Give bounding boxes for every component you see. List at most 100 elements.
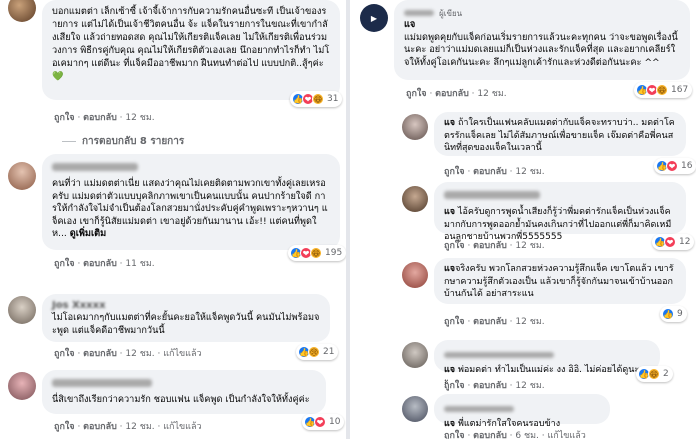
comment-text: แจ ถ้าใครเป็นแฟนคลับแมตต่ากับแจ็คจะทราบว… (444, 118, 675, 154)
reply-connector (62, 140, 76, 142)
comment: คนที่ว่า แม่มดตต่าเนี่ย แสดงว่าคุณไม่เคย… (0, 152, 346, 272)
haha-icon: 😆 (656, 84, 668, 96)
mention-tag[interactable]: แจ (444, 118, 455, 128)
avatar[interactable] (402, 186, 428, 212)
like-button[interactable]: ถูกใจ (444, 431, 465, 439)
avatar[interactable] (402, 342, 428, 368)
reaction-summary[interactable]: 👍 ❤ 16 (654, 158, 696, 174)
reaction-summary[interactable]: 👍 ❤ 😆 167 (634, 82, 693, 98)
avatar[interactable] (402, 114, 428, 140)
timestamp[interactable]: 12 ชม. (515, 317, 544, 327)
like-button[interactable]: ถูกใจ (444, 241, 465, 251)
timestamp[interactable]: 12 ชม. (515, 381, 544, 391)
comment: Jos Xxxxx ไม่โอเคมากๆกับแมตต่าที่คะยั้นค… (0, 290, 346, 360)
comment: แจ พี่แตม่ารักใสใจคนรอบข้าง ถูกใจ · ตอบก… (350, 392, 696, 439)
reaction-summary[interactable]: 👍 😆 2 (636, 366, 673, 382)
like-button[interactable]: ถูกใจ (444, 317, 465, 327)
commenter-name[interactable] (444, 191, 540, 199)
like-button[interactable]: ถูกใจ (54, 259, 75, 269)
avatar[interactable] (8, 296, 36, 324)
comment: บอกแมตต่า เล็กเซ้าซี้ เจ้าจี้เจ้าการกับค… (0, 0, 346, 128)
reply-button[interactable]: ตอบกลับ (83, 113, 117, 123)
commenter-name[interactable] (404, 10, 434, 16)
comment-bubble: คนที่ว่า แม่มดตต่าเนี่ย แสดงว่าคุณไม่เคย… (42, 154, 340, 250)
commenter-name[interactable] (52, 379, 152, 387)
edited-label: แก้ไขแล้ว (163, 422, 202, 432)
replies-label: การตอบกลับ 8 รายการ (82, 136, 185, 147)
timestamp[interactable]: 12 ชม. (125, 113, 154, 123)
like-button[interactable]: ถูกใจ (444, 381, 465, 391)
reply-button[interactable]: ตอบกลับ (435, 89, 469, 99)
comment: แจจริงครับ พวกโลกสวยห่วงความรู้สึกแจ็ค เ… (350, 256, 696, 334)
comment-bubble: แจจริงครับ พวกโลกสวยห่วงความรู้สึกแจ็ค เ… (434, 258, 686, 304)
haha-icon: 😆 (310, 247, 322, 259)
reply-button[interactable]: ตอบกลับ (83, 259, 117, 269)
timestamp[interactable]: 12 ชม. (125, 349, 154, 359)
reply-button[interactable]: ตอบกลับ (473, 241, 507, 251)
reaction-summary[interactable]: 👍 9 (660, 306, 687, 322)
comment-actions: ถูกใจ · ตอบกลับ · 12 ชม. (444, 317, 545, 327)
like-button[interactable]: ถูกใจ (54, 422, 75, 432)
reply-button[interactable]: ตอบกลับ (473, 167, 507, 177)
like-button[interactable]: ถูกใจ (54, 349, 75, 359)
avatar[interactable] (402, 262, 428, 288)
reply-button[interactable]: ตอบกลับ (83, 349, 117, 359)
avatar[interactable] (8, 0, 36, 22)
mention-tag[interactable]: แจ (444, 365, 455, 375)
page-logo-icon: ▶ (370, 13, 378, 23)
comment-bubble: แจ ไอ้ครับดูการพูดน้ำเสียงก็รู้ว่าพี่มดต… (434, 182, 686, 242)
love-icon: ❤ (666, 160, 678, 172)
comment-text: นี่สิเขาถึงเรียกว่าความรัก ชอบแฟน แจ็คพู… (52, 394, 310, 405)
comment: แจ พ่อมดต่า ทำไมเป็นแม่ค่ะ งง อิอิ. ไม่ค… (350, 338, 696, 391)
reply-button[interactable]: ตอบกลับ (83, 422, 117, 432)
reaction-summary[interactable]: 👍 ❤ 10 (302, 414, 345, 430)
timestamp[interactable]: 6 ชม. (515, 431, 539, 439)
commenter-name[interactable] (52, 163, 138, 171)
reaction-summary[interactable]: 👍 ❤ 12 (652, 234, 695, 250)
reply-button[interactable]: ตอบกลับ (473, 317, 507, 327)
comment-text: แจจริงครับ พวกโลกสวยห่วงความรู้สึกแจ็ค เ… (444, 264, 674, 300)
like-icon: 👍 (662, 308, 674, 320)
timestamp[interactable]: 12 ชม. (125, 422, 154, 432)
comment-actions: ถูกใจ · ตอบกลับ · 12 ชม. · แก้ไขแล้ว (54, 422, 202, 432)
reaction-count: 9 (677, 309, 683, 319)
reaction-summary[interactable]: 👍 😢 21 (296, 344, 339, 360)
reaction-count: 10 (329, 417, 341, 427)
timestamp[interactable]: 12 ชม. (515, 167, 544, 177)
mention-tag[interactable]: แจ (404, 19, 415, 30)
reaction-summary[interactable]: 👍 ❤ 😆 31 (290, 91, 343, 107)
like-button[interactable]: ถูกใจ (444, 167, 465, 177)
like-button[interactable]: ถูกใจ (54, 113, 75, 123)
comment-actions: ถูกใจ · ตอบกลับ · 12 ชม. (54, 113, 155, 123)
comment: แจ ไอ้ครับดูการพูดน้ำเสียงก็รู้ว่าพี่มดต… (350, 178, 696, 251)
mention-tag[interactable]: แจ (444, 207, 455, 217)
avatar[interactable] (8, 372, 36, 400)
avatar[interactable] (8, 162, 36, 190)
comment-actions: ถูกใจ · ตอบกลับ · 12 ชม. (406, 89, 507, 99)
see-more-link[interactable]: ดูเพิ่มเติม (70, 228, 106, 239)
reply-button[interactable]: ตอบกลับ (473, 381, 507, 391)
commenter-name[interactable]: Jos Xxxxx (52, 299, 320, 312)
edited-label: แก้ไขแล้ว (547, 431, 586, 439)
comment-text: ไม่โอเคมากๆกับแมตต่าที่คะยั้นคะยอให้แจ็ค… (52, 312, 320, 336)
sad-icon: 😢 (308, 346, 320, 358)
comment-actions: ถูกใจ · ตอบกลับ · 12 ชม. (444, 381, 545, 391)
reaction-count: 2 (663, 369, 669, 379)
comment-text: คนที่ว่า แม่มดตต่าเนี่ย แสดงว่าคุณไม่เคย… (52, 178, 328, 240)
avatar[interactable]: ▶ (360, 4, 388, 32)
reply-button[interactable]: ตอบกลับ (473, 431, 507, 439)
mention-tag[interactable]: แจ (444, 264, 455, 274)
timestamp[interactable]: 11 ชม. (125, 259, 154, 269)
haha-icon: 😆 (312, 93, 324, 105)
commenter-name[interactable] (444, 406, 514, 412)
comment-actions: ถูกใจ · ตอบกลับ · 6 ชม. · แก้ไขแล้ว (444, 431, 586, 439)
avatar[interactable] (402, 396, 428, 422)
view-replies-link[interactable]: การตอบกลับ 8 รายการ (62, 134, 184, 149)
like-button[interactable]: ถูกใจ (406, 89, 427, 99)
love-icon: ❤ (664, 236, 676, 248)
timestamp[interactable]: 12 ชม. (515, 241, 544, 251)
timestamp[interactable]: 12 ชม. (477, 89, 506, 99)
comment-bubble: ผู้เขียน แจ แม่มดพูดคุยกับแจ็คก่อนเริ่มรา… (394, 0, 690, 80)
reaction-summary[interactable]: 👍 ❤ 😆 195 (288, 245, 346, 261)
commenter-name[interactable] (444, 352, 554, 358)
